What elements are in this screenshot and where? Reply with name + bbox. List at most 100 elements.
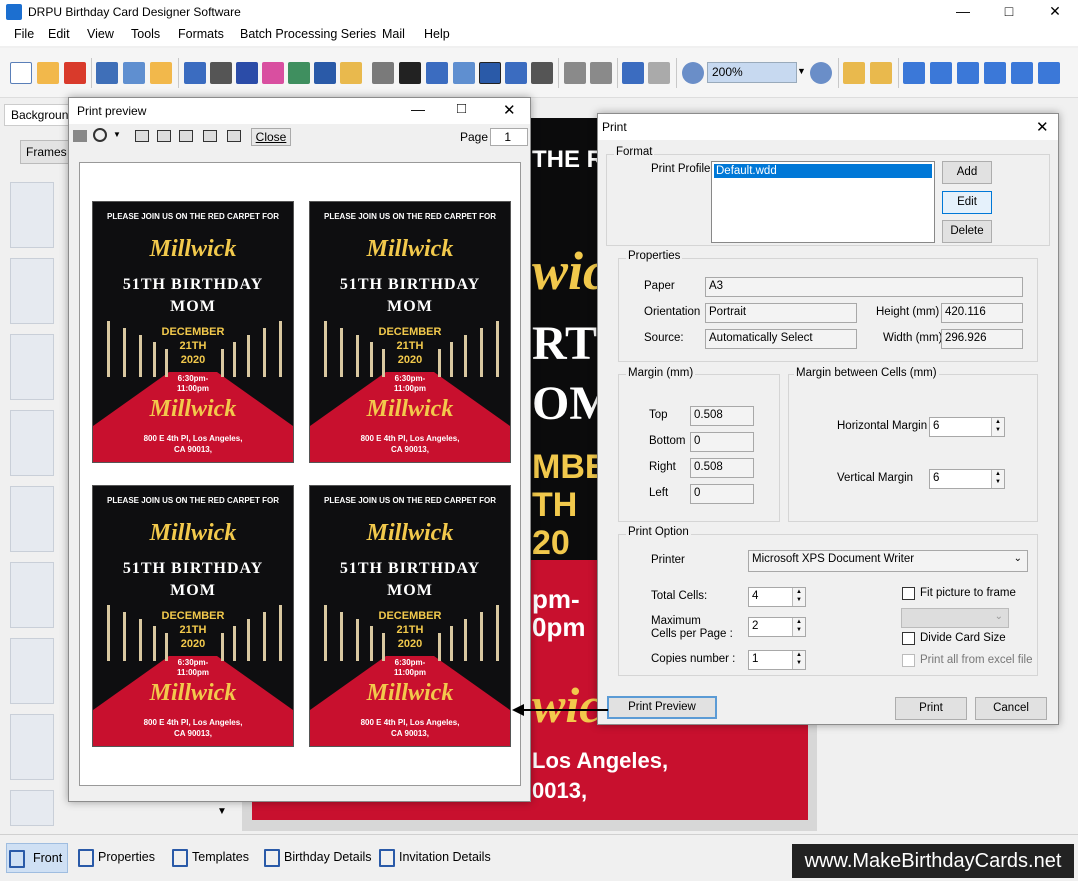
barcode-icon[interactable] [399,62,421,84]
chevron-down-icon[interactable]: ▼ [797,66,806,76]
three-pages-icon[interactable] [179,130,193,142]
page-spinner[interactable]: 1 [490,128,528,146]
printer-select[interactable]: Microsoft XPS Document Writer ⌄ [748,550,1028,572]
pp-minimize-button[interactable]: — [411,101,425,117]
pen-icon[interactable] [314,62,336,84]
menu-file[interactable]: File [14,27,34,41]
unlock-icon[interactable] [870,62,892,84]
frame-thumb[interactable] [10,562,54,628]
tab-invitation-details[interactable]: Invitation Details [377,843,491,873]
six-pages-icon[interactable] [227,130,241,142]
profile-list[interactable]: Default.wdd [711,161,935,243]
vertical-margin-spinner[interactable]: 6 ▲ ▼ [929,469,1005,489]
profile-item[interactable]: Default.wdd [714,164,932,178]
zoom-combo[interactable]: 200% [707,62,797,83]
arrow-left-icon[interactable] [903,62,925,84]
align-icon[interactable] [1011,62,1033,84]
cancel-button[interactable]: Cancel [975,697,1047,720]
total-cells-spinner[interactable]: 4 ▲ ▼ [748,587,806,607]
shapes-icon[interactable] [340,62,362,84]
save-icon[interactable] [96,62,118,84]
close-file-icon[interactable] [64,62,86,84]
undo-icon[interactable] [622,62,644,84]
spinner-arrows-icon[interactable]: ▲ ▼ [792,618,805,636]
spinner-arrows-icon[interactable]: ▲ ▼ [991,418,1004,436]
menu-edit[interactable]: Edit [48,27,70,41]
arrow-right-icon[interactable] [957,62,979,84]
arrow-down-icon[interactable] [1038,62,1060,84]
scroll-down-icon[interactable]: ▼ [212,800,232,824]
print-icon[interactable] [210,62,232,84]
edit-button[interactable]: Edit [942,191,992,214]
fit-picture-checkbox[interactable] [902,587,915,600]
zoom-out-icon[interactable] [810,62,832,84]
zoom-dropdown-icon[interactable]: ▼ [113,130,121,139]
tab-templates[interactable]: Templates [170,843,249,873]
save-as-icon[interactable] [123,62,145,84]
redo-icon[interactable] [648,62,670,84]
pp-close-icon[interactable]: ✕ [503,101,516,119]
close-preview-button[interactable]: Close [251,128,291,146]
horizontal-margin-spinner[interactable]: 6 ▲ ▼ [929,417,1005,437]
bottom-field[interactable]: 0 [690,432,754,452]
chevron-down-icon[interactable]: ⌄ [995,611,1003,622]
menu-tools[interactable]: Tools [131,27,160,41]
text-icon[interactable] [426,62,448,84]
right-field[interactable]: 0.508 [690,458,754,478]
properties-icon[interactable] [184,62,206,84]
line-icon[interactable] [531,62,553,84]
menu-formats[interactable]: Formats [178,27,224,41]
database-icon[interactable] [564,62,586,84]
spinner-arrows-icon[interactable]: ▲ ▼ [792,651,805,669]
print-all-excel-checkbox[interactable] [902,654,915,667]
gift-icon[interactable] [262,62,284,84]
print-icon[interactable] [73,130,87,142]
zoom-in-icon[interactable] [682,62,704,84]
new-icon[interactable] [10,62,32,84]
minimize-button[interactable]: — [940,0,986,24]
left-field[interactable]: 0 [690,484,754,504]
frame-thumb[interactable] [10,790,54,826]
table-icon[interactable] [372,62,394,84]
frame-thumb[interactable] [10,334,54,400]
frame-thumb[interactable] [10,258,54,324]
frame-thumb[interactable] [10,410,54,476]
frames-button[interactable]: Frames [20,140,72,164]
flip-icon[interactable] [930,62,952,84]
arrow-up-icon[interactable] [984,62,1006,84]
maximize-button[interactable]: □ [986,0,1032,24]
one-page-icon[interactable] [135,130,149,142]
print-button[interactable]: Print [895,697,967,720]
print-dialog-close-icon[interactable]: ✕ [1036,118,1049,136]
pp-maximize-button[interactable]: □ [457,100,466,117]
chevron-down-icon[interactable]: ⌄ [1014,553,1022,564]
signature-icon[interactable] [479,62,501,84]
frame-thumb[interactable] [10,638,54,704]
spinner-arrows-icon[interactable]: ▲ ▼ [792,588,805,606]
background-tab[interactable]: Background [4,104,75,126]
tab-front[interactable]: Front [6,843,68,873]
spinner-arrows-icon[interactable]: ▲ ▼ [991,470,1004,488]
open-folder-icon[interactable] [37,62,59,84]
top-field[interactable]: 0.508 [690,406,754,426]
menu-help[interactable]: Help [424,27,450,41]
tab-properties[interactable]: Properties [76,843,155,873]
four-pages-icon[interactable] [203,130,217,142]
copies-spinner[interactable]: 1 ▲ ▼ [748,650,806,670]
wordart-icon[interactable] [453,62,475,84]
fit-picture-select[interactable]: ⌄ [901,608,1009,628]
zoom-icon[interactable] [93,128,107,142]
two-pages-icon[interactable] [157,130,171,142]
menu-batch-processing[interactable]: Batch Processing Series [240,27,376,41]
mail-icon[interactable] [505,62,527,84]
export-icon[interactable] [150,62,172,84]
frame-thumb[interactable] [10,182,54,248]
tab-birthday-details[interactable]: Birthday Details [262,843,372,873]
print-preview-button[interactable]: Print Preview [607,696,717,719]
frame-thumb[interactable] [10,486,54,552]
add-button[interactable]: Add [942,161,992,184]
menu-mail[interactable]: Mail [382,27,405,41]
database-settings-icon[interactable] [590,62,612,84]
close-button[interactable]: ✕ [1032,0,1078,24]
image-icon[interactable] [288,62,310,84]
